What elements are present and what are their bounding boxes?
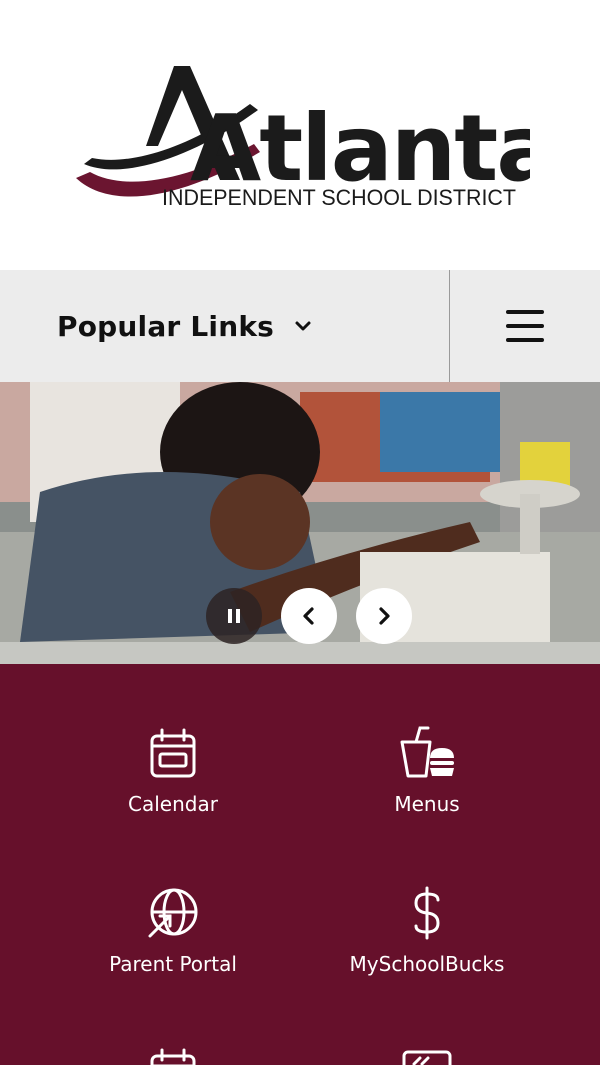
slideshow-previous-button[interactable]: [281, 588, 337, 644]
quick-link-label: MySchoolBucks: [349, 952, 505, 976]
quick-link-myschoolbucks[interactable]: MySchoolBucks: [300, 886, 554, 976]
calendar-icon: [150, 1048, 196, 1065]
chevron-down-icon: [295, 321, 311, 331]
pause-icon: [228, 609, 240, 623]
quick-link-label: Calendar: [128, 792, 218, 816]
dollar-icon: [414, 886, 440, 940]
slideshow-pause-button[interactable]: [206, 588, 262, 644]
hamburger-menu-icon: [506, 310, 544, 342]
logo-subtitle: INDEPENDENT SCHOOL DISTRICT: [162, 185, 516, 210]
quick-link-learning[interactable]: [300, 1046, 554, 1065]
chevron-right-icon: [379, 607, 390, 625]
quick-link-events[interactable]: [46, 1046, 300, 1065]
popular-links-label: Popular Links: [57, 309, 275, 343]
slideshow-next-button[interactable]: [356, 588, 412, 644]
quick-link-menus[interactable]: Menus: [300, 726, 554, 816]
quick-link-parent-portal[interactable]: Parent Portal: [46, 886, 300, 976]
quick-link-label: Parent Portal: [109, 952, 237, 976]
calendar-icon: [150, 728, 196, 778]
globe-arrow-icon: [148, 888, 198, 938]
quick-links-section: Calendar Menus Parent Portal MySchoolBuc…: [0, 664, 600, 1065]
chalkboard-icon: [402, 1050, 452, 1065]
district-logo[interactable]: Atlanta INDEPENDENT SCHOOL DISTRICT: [70, 60, 530, 220]
quick-link-calendar[interactable]: Calendar: [46, 726, 300, 816]
food-menu-icon: [400, 726, 454, 778]
hero-slideshow: [0, 382, 600, 664]
header-logo-area: Atlanta INDEPENDENT SCHOOL DISTRICT: [0, 0, 600, 270]
top-navigation-bar: Popular Links: [0, 270, 600, 382]
chevron-left-icon: [303, 607, 314, 625]
popular-links-dropdown[interactable]: Popular Links: [0, 270, 449, 382]
main-menu-button[interactable]: [450, 270, 600, 382]
quick-link-label: Menus: [394, 792, 460, 816]
